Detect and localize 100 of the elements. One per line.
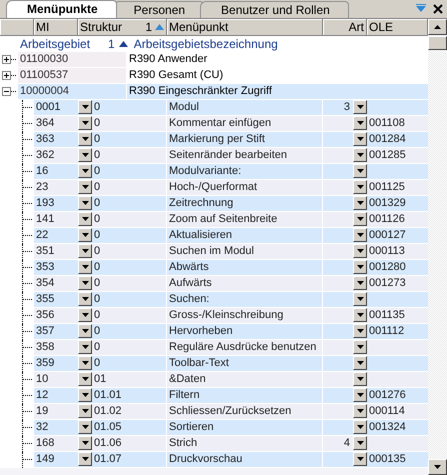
caret-icon	[356, 249, 364, 253]
table-cell: R390 Eingeschränkter Zugriff	[127, 84, 428, 99]
scroll-down-button[interactable]	[428, 459, 447, 475]
dropdown-button[interactable]	[353, 388, 367, 402]
table-cell: 001276	[369, 389, 406, 401]
group-column-header[interactable]: Arbeitsgebietsbezeichnung	[134, 37, 278, 51]
tab[interactable]: Benutzer und Rollen	[200, 1, 349, 18]
caret-icon	[356, 265, 364, 269]
dropdown-button[interactable]	[78, 180, 92, 194]
dropdown-button[interactable]	[353, 276, 367, 290]
table-cell: 0	[92, 164, 167, 179]
dropdown-button[interactable]	[78, 244, 92, 258]
dropdown-button[interactable]	[353, 164, 367, 178]
dropdown-button[interactable]	[78, 196, 92, 210]
dropdown-button[interactable]	[78, 420, 92, 434]
dropdown-button[interactable]	[78, 388, 92, 402]
column-header[interactable]: Art	[323, 19, 367, 35]
expand-icon[interactable]	[2, 55, 11, 64]
caret-icon	[82, 457, 88, 461]
dropdown-button[interactable]	[78, 356, 92, 370]
dropdown-button[interactable]	[353, 308, 367, 322]
dropdown-button[interactable]	[353, 420, 367, 434]
table-cell: 0	[92, 100, 167, 115]
table-cell: Aufwärts	[167, 276, 323, 291]
dropdown-button[interactable]	[78, 452, 92, 466]
dropdown-button[interactable]	[78, 228, 92, 242]
caret-icon	[82, 105, 88, 109]
scroll-thumb[interactable]	[428, 36, 447, 50]
table-cell: Druckvorschau	[167, 452, 323, 467]
table-cell: 01.06	[92, 436, 167, 451]
dropdown-button[interactable]	[78, 212, 92, 226]
table-cell: 0	[92, 340, 167, 355]
table-cell-text: 354	[35, 276, 56, 291]
table-cell: Markierung per Stift	[167, 132, 323, 147]
caret-icon	[82, 297, 88, 301]
dropdown-button[interactable]	[353, 196, 367, 210]
dropdown-button[interactable]	[353, 244, 367, 258]
caret-icon	[356, 377, 364, 381]
table-cell: 01.05	[92, 420, 167, 435]
dropdown-button[interactable]	[78, 100, 92, 114]
dropdown-button[interactable]	[353, 292, 367, 306]
dropdown-button[interactable]	[353, 260, 367, 274]
caret-icon	[82, 169, 88, 173]
dropdown-button[interactable]	[353, 356, 367, 370]
caret-icon	[356, 457, 364, 461]
column-header[interactable]: Menüpunkt	[167, 19, 323, 35]
dropdown-button[interactable]	[78, 148, 92, 162]
dropdown-button[interactable]	[78, 116, 92, 130]
dropdown-button[interactable]	[353, 340, 367, 354]
caret-icon	[356, 281, 364, 285]
table-cell: 01.07	[92, 452, 167, 467]
dropdown-button[interactable]	[78, 132, 92, 146]
dropdown-button[interactable]	[353, 372, 367, 386]
caret-icon	[356, 153, 364, 157]
expand-icon[interactable]	[2, 71, 11, 80]
dropdown-button[interactable]	[353, 212, 367, 226]
caret-icon	[356, 105, 364, 109]
table-cell-text: 353	[35, 260, 56, 275]
dropdown-button[interactable]	[78, 404, 92, 418]
dropdown-button[interactable]	[78, 324, 92, 338]
dropdown-button[interactable]	[353, 436, 367, 450]
dropdown-button[interactable]	[353, 100, 367, 114]
dropdown-button[interactable]	[353, 324, 367, 338]
caret-icon	[82, 233, 88, 237]
table-cell: 01100537	[18, 68, 127, 83]
dropdown-button[interactable]	[78, 292, 92, 306]
dropdown-button[interactable]	[353, 148, 367, 162]
column-header[interactable]: Struktur 1	[78, 19, 167, 35]
dropdown-button[interactable]	[78, 372, 92, 386]
dropdown-button[interactable]	[78, 308, 92, 322]
table-cell-text: 351	[35, 244, 56, 259]
dropdown-button[interactable]	[78, 276, 92, 290]
column-header[interactable]: MI	[34, 19, 78, 35]
dropdown-button[interactable]	[353, 404, 367, 418]
table-cell-text: 141	[35, 212, 56, 227]
dropdown-button[interactable]	[78, 340, 92, 354]
scroll-up-button[interactable]	[428, 19, 447, 35]
caret-icon	[82, 393, 88, 397]
dropdown-button[interactable]	[353, 116, 367, 130]
collapse-icon[interactable]	[2, 87, 11, 96]
caret-icon	[356, 217, 364, 221]
dropdown-button[interactable]	[78, 436, 92, 450]
table-cell: Strich	[167, 436, 323, 451]
vertical-scrollbar[interactable]	[428, 19, 447, 475]
tree-connector	[22, 452, 33, 468]
table-cell: 001126	[369, 213, 405, 225]
dropdown-button[interactable]	[353, 452, 367, 466]
group-column-header[interactable]: Arbeitsgebiet	[20, 37, 98, 51]
table-cell: R390 Gesamt (CU)	[127, 68, 428, 83]
table-cell: &Daten	[167, 372, 323, 387]
table-cell: 000127	[369, 229, 406, 241]
table-cell: 3	[344, 101, 350, 113]
dropdown-button[interactable]	[353, 228, 367, 242]
dropdown-button[interactable]	[353, 132, 367, 146]
dropdown-button[interactable]	[353, 180, 367, 194]
close-icon[interactable]	[433, 4, 443, 14]
caret-icon	[82, 329, 88, 333]
dropdown-button[interactable]	[78, 260, 92, 274]
tab[interactable]: Menüpunkte	[6, 0, 117, 18]
dropdown-button[interactable]	[78, 164, 92, 178]
